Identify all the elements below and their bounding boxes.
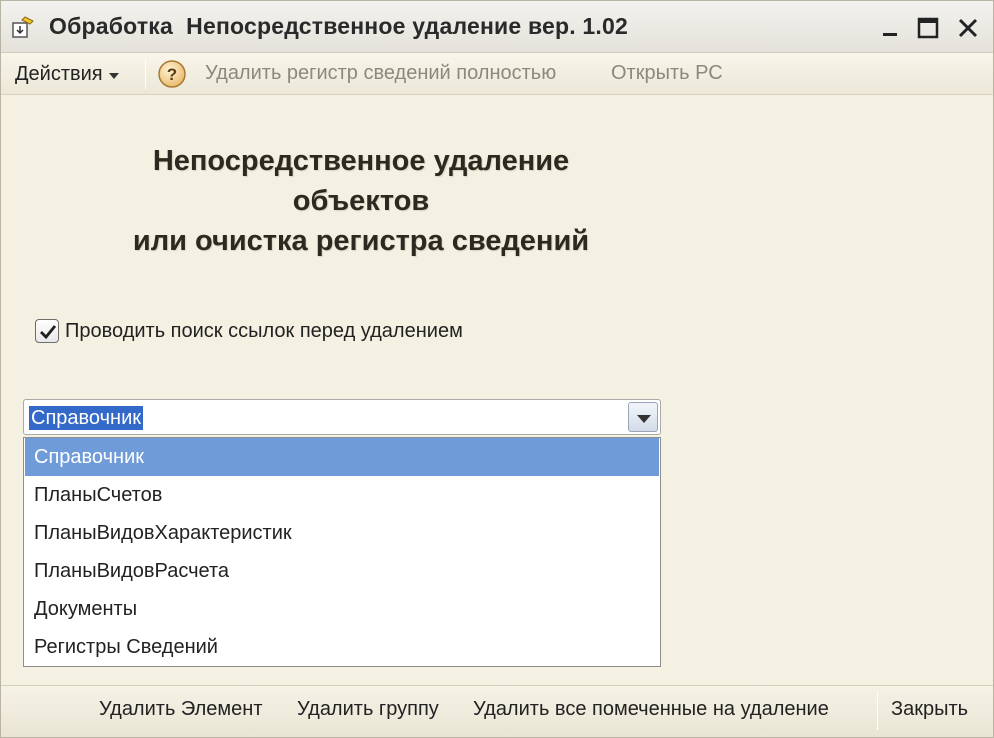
processing-window: Обработка Непосредственное удаление вер.… <box>0 0 994 738</box>
maximize-icon[interactable] <box>913 13 943 43</box>
object-type-dropdown-list: Справочник ПланыСчетов ПланыВидовХарактери… <box>23 437 661 667</box>
delete-element-button[interactable]: Удалить Элемент <box>99 698 263 721</box>
chevron-down-icon <box>637 415 651 423</box>
search-links-checkbox[interactable] <box>35 319 59 343</box>
dropdown-option[interactable]: ПланыСчетов <box>25 476 659 514</box>
page-title-line: или очистка регистра сведений <box>132 225 590 257</box>
chevron-down-icon <box>108 72 119 79</box>
search-links-label: Проводить поиск ссылок перед удалением <box>65 319 463 342</box>
dropdown-button[interactable] <box>628 402 658 432</box>
dropdown-option[interactable]: ПланыВидовРасчета <box>25 552 659 590</box>
search-links-option[interactable]: Проводить поиск ссылок перед удалением <box>35 319 463 343</box>
dropdown-option[interactable]: Документы <box>25 590 659 628</box>
help-icon[interactable]: ? <box>157 59 187 89</box>
page-title-line: Непосредственное удаление <box>152 145 570 177</box>
title-bar[interactable]: Обработка Непосредственное удаление вер.… <box>1 1 993 53</box>
actions-menu-button[interactable]: Действия <box>15 63 119 86</box>
dropdown-option[interactable]: Справочник <box>25 438 659 476</box>
bottom-divider <box>877 692 878 730</box>
svg-text:?: ? <box>167 65 177 84</box>
close-button[interactable]: Закрыть <box>891 698 968 721</box>
page-title: Непосредственное удаление объектов или о… <box>61 141 661 261</box>
dropdown-option[interactable]: ПланыВидовХарактеристик <box>25 514 659 552</box>
page-title-line: объектов <box>292 185 430 217</box>
checkmark-icon <box>40 325 57 340</box>
close-icon[interactable] <box>953 13 983 43</box>
bottom-command-bar: Удалить Элемент Удалить группу Удалить в… <box>1 685 993 737</box>
minimize-icon[interactable] <box>875 13 905 43</box>
delete-marked-button[interactable]: Удалить все помеченные на удаление <box>473 698 829 721</box>
delete-group-button[interactable]: Удалить группу <box>297 698 439 721</box>
processing-icon <box>12 16 34 38</box>
dropdown-option[interactable]: Регистры Сведений <box>25 628 659 666</box>
actions-menu-label: Действия <box>15 63 103 85</box>
object-type-value[interactable]: Справочник <box>29 406 143 430</box>
delete-register-button[interactable]: Удалить регистр сведений полностью <box>205 62 556 85</box>
window-title: Обработка Непосредственное удаление вер.… <box>49 13 628 39</box>
open-register-button[interactable]: Открыть РС <box>611 62 723 85</box>
toolbar: Действия ? Удалить регистр сведений полн… <box>1 53 993 95</box>
toolbar-divider <box>145 59 146 89</box>
object-type-select[interactable]: Справочник <box>23 399 661 435</box>
